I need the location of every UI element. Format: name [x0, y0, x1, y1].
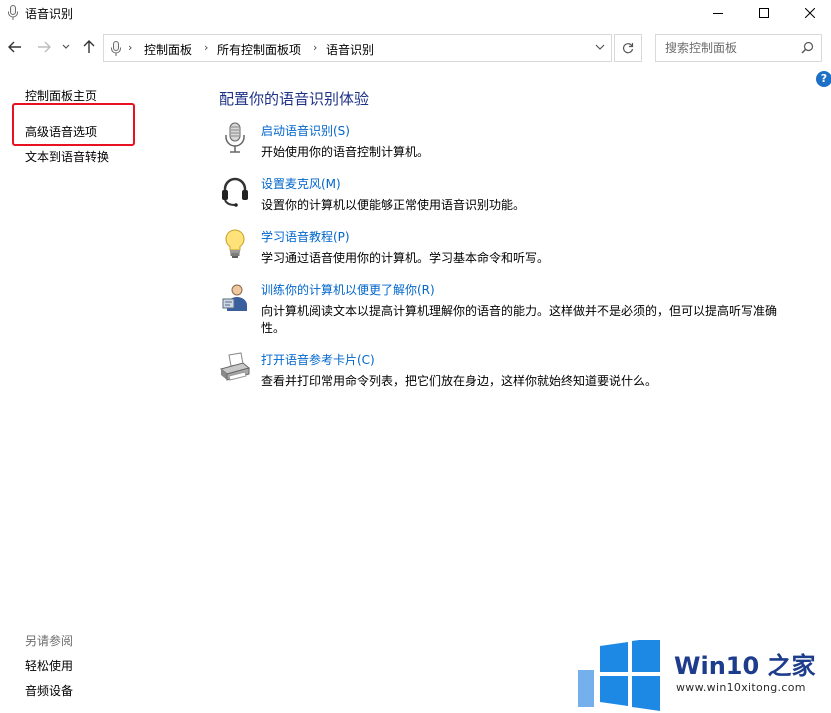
arrow-up-icon: [83, 40, 95, 53]
address-bar[interactable]: › 控制面板 › 所有控制面板项 › 语音识别: [103, 34, 612, 62]
chevron-down-icon: [62, 44, 70, 49]
close-icon: [805, 8, 815, 18]
search-input[interactable]: [657, 36, 797, 60]
watermark-brand: Win10 之家: [674, 652, 816, 680]
start-speech-link[interactable]: 启动语音识别(S): [261, 122, 350, 139]
setup-microphone-description: 设置你的计算机以便能够正常使用语音识别功能。: [261, 198, 526, 212]
back-button[interactable]: [6, 38, 24, 56]
chevron-right-icon: ›: [128, 41, 133, 54]
see-also-heading: 另请参阅: [25, 634, 74, 648]
refresh-button[interactable]: [614, 34, 642, 62]
printer-icon: [219, 352, 251, 381]
speech-tutorial-description: 学习通过语音使用你的计算机。学习基本命令和听写。: [261, 251, 550, 265]
reference-card-link[interactable]: 打开语音参考卡片(C): [261, 351, 375, 368]
microphone-icon: [111, 41, 121, 56]
title-bar: 语音识别: [0, 0, 831, 26]
start-speech-description: 开始使用你的语音控制计算机。: [261, 145, 430, 159]
arrow-left-icon: [8, 41, 21, 53]
search-box[interactable]: [655, 34, 822, 62]
watermark: Win10 之家 www.win10xitong.com: [576, 640, 831, 713]
help-icon[interactable]: ?: [816, 71, 831, 87]
microphone-icon: [8, 5, 18, 20]
minimize-icon: [713, 13, 723, 14]
chevron-right-icon: ›: [204, 41, 209, 54]
forward-button[interactable]: [35, 38, 53, 56]
speech-tutorial-link[interactable]: 学习语音教程(P): [261, 228, 350, 245]
breadcrumb-speech-recognition[interactable]: 语音识别: [326, 41, 374, 58]
navigation-bar: › 控制面板 › 所有控制面板项 › 语音识别: [0, 30, 831, 66]
train-computer-description: 向计算机阅读文本以提高计算机理解你的语音的能力。这样做并不是必须的，但可以提高听…: [261, 304, 778, 335]
highlight-box: [12, 103, 135, 146]
arrow-right-icon: [38, 41, 51, 53]
recent-locations-button[interactable]: [60, 38, 72, 56]
user-training-icon: [222, 284, 247, 311]
maximize-button[interactable]: [741, 0, 787, 26]
see-also-audio-devices[interactable]: 音频设备: [25, 682, 73, 699]
windows-logo-icon: [578, 640, 660, 711]
sidebar-item-text-to-speech[interactable]: 文本到语音转换: [25, 148, 109, 165]
chevron-right-icon: ›: [313, 41, 318, 54]
refresh-icon: [622, 43, 634, 54]
watermark-url: www.win10xitong.com: [676, 681, 806, 694]
search-icon[interactable]: [801, 41, 814, 54]
lightbulb-icon: [225, 229, 245, 258]
chevron-down-icon[interactable]: [595, 43, 605, 51]
close-button[interactable]: [787, 0, 831, 26]
maximize-icon: [759, 8, 769, 18]
breadcrumb-control-panel[interactable]: 控制面板: [144, 41, 192, 58]
headset-icon: [222, 177, 248, 207]
train-computer-link[interactable]: 训练你的计算机以便更了解你(R): [261, 281, 435, 298]
microphone-icon: [225, 122, 245, 153]
see-also-ease-of-access[interactable]: 轻松使用: [25, 657, 73, 674]
minimize-button[interactable]: [695, 0, 741, 26]
breadcrumb-all-items[interactable]: 所有控制面板项: [217, 41, 301, 58]
page-title: 配置你的语音识别体验: [219, 90, 370, 108]
reference-card-description: 查看并打印常用命令列表，把它们放在身边，这样你就始终知道要说什么。: [261, 374, 658, 388]
up-button[interactable]: [80, 38, 98, 56]
window-title: 语音识别: [25, 7, 74, 21]
sidebar-home-link[interactable]: 控制面板主页: [25, 87, 97, 104]
setup-microphone-link[interactable]: 设置麦克风(M): [261, 175, 341, 192]
